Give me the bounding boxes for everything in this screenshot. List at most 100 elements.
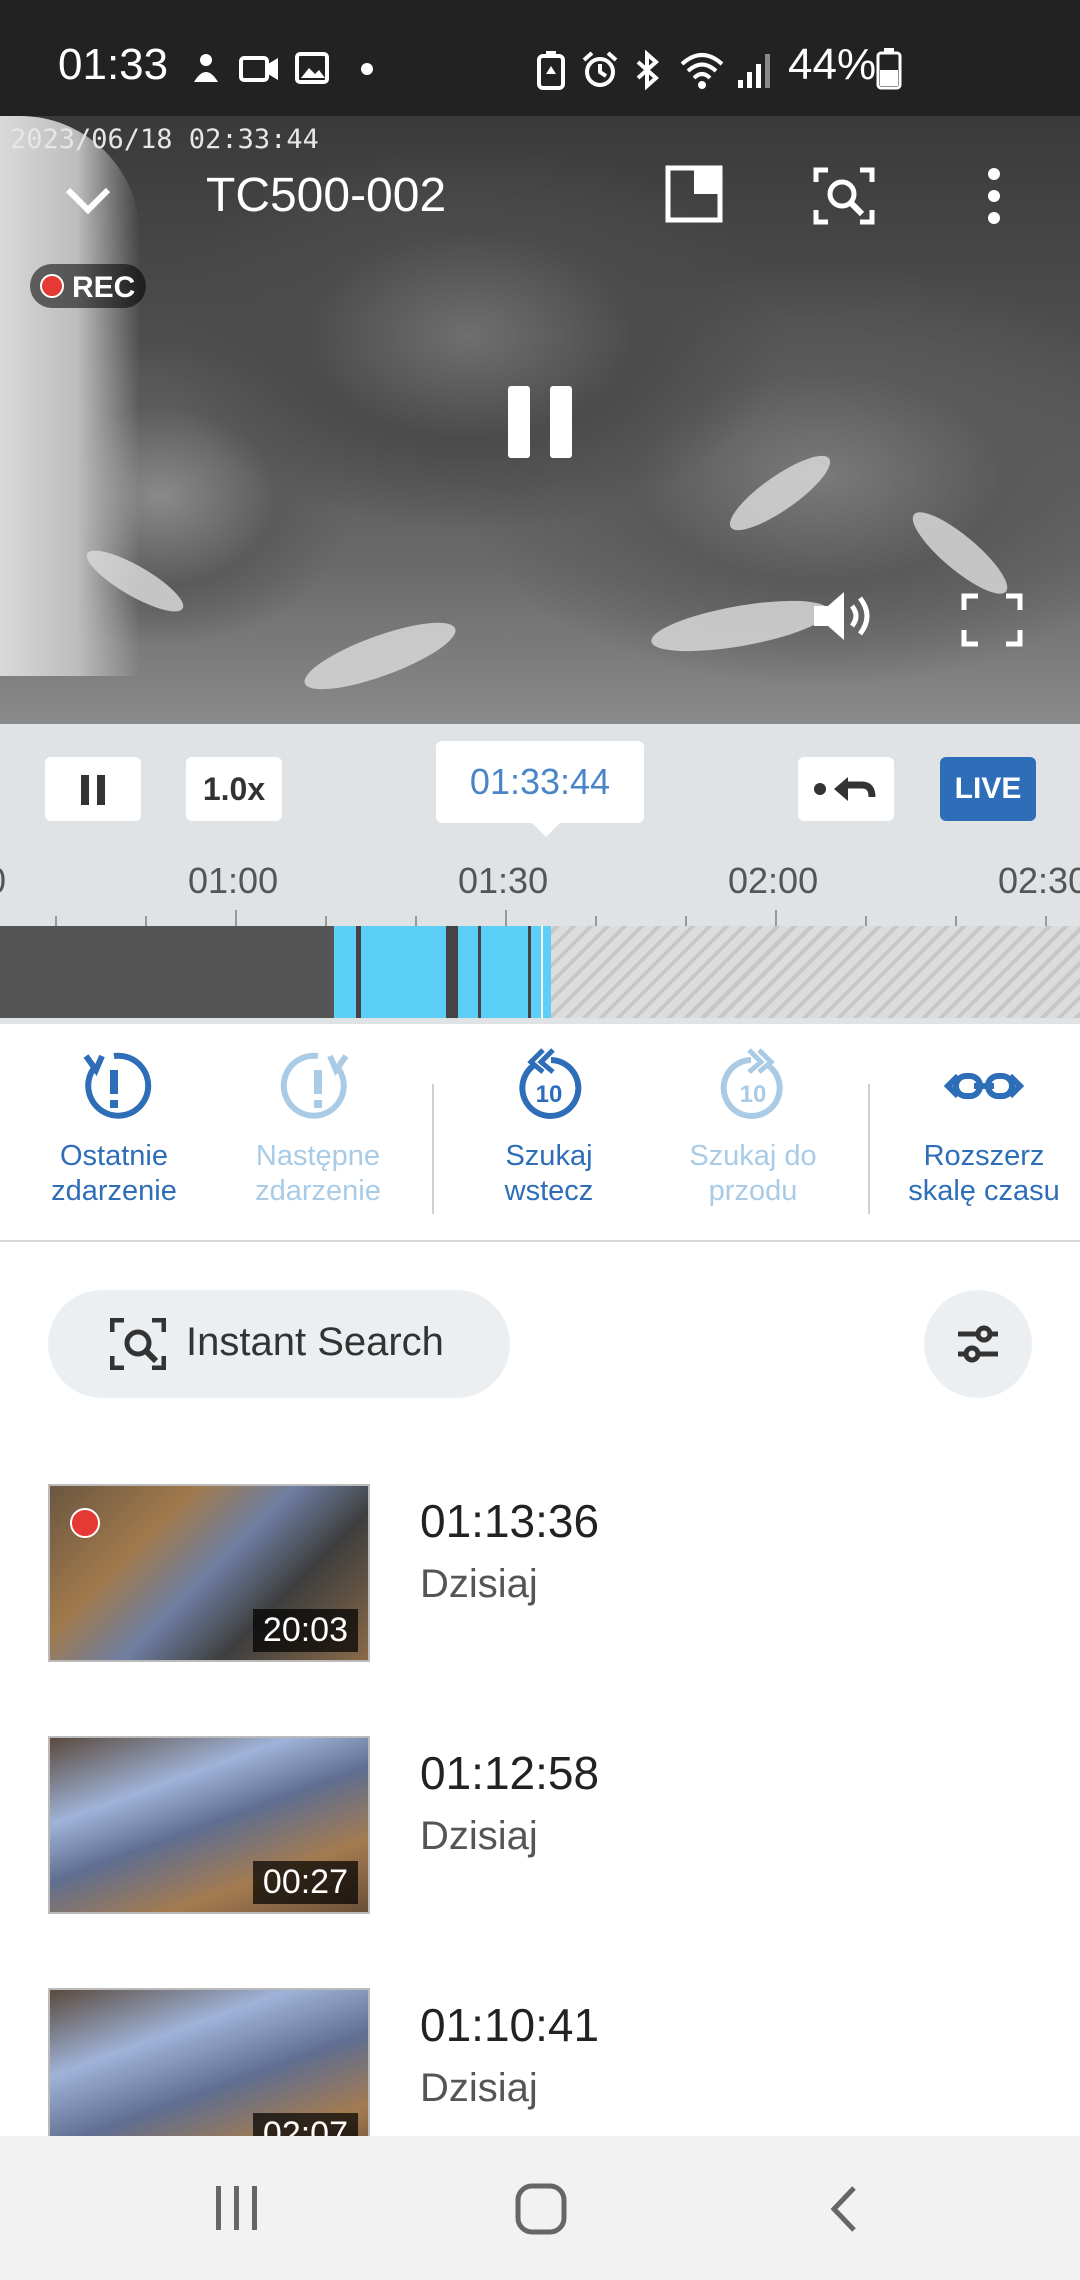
event-list-item[interactable]: 20:03 01:13:36 Dzisiaj xyxy=(0,1484,1080,1684)
event-day: Dzisiaj xyxy=(420,1562,538,1606)
timeline-tick xyxy=(55,916,57,926)
event-time: 01:12:58 xyxy=(420,1747,600,1799)
event-time: 01:13:36 xyxy=(420,1495,600,1547)
event-day: Dzisiaj xyxy=(420,1814,538,1858)
action-label: wstecz xyxy=(504,1175,594,1207)
timeline-tick xyxy=(595,916,597,926)
timeline-tick xyxy=(955,916,957,926)
video-scene-leaf xyxy=(903,501,1017,605)
timeline-major-tick xyxy=(505,910,507,926)
live-button[interactable]: LIVE xyxy=(940,757,1036,821)
battery-percent: 44% xyxy=(788,40,877,89)
next-event-button[interactable]: Następne zdarzenie xyxy=(218,1046,418,1209)
next-event-icon xyxy=(280,1052,349,1119)
tick-label: 0 xyxy=(0,860,6,902)
action-label: skalę czasu xyxy=(908,1175,1060,1207)
volume-icon[interactable] xyxy=(810,586,880,646)
status-bar: 01:33 44% xyxy=(0,0,1080,116)
timeline-marker xyxy=(528,926,531,1018)
timeline-playhead[interactable] xyxy=(541,926,551,1018)
notification-icon xyxy=(194,54,218,82)
event-duration: 20:03 xyxy=(252,1609,358,1652)
expand-timescale-button[interactable]: Rozszerz skalę czasu xyxy=(884,1046,1080,1209)
speed-button[interactable]: 1.0x xyxy=(186,757,282,821)
camera-title: TC500-002 xyxy=(206,169,447,222)
rewind-10-icon: 10 xyxy=(519,1048,582,1119)
rec-label: REC xyxy=(72,271,136,304)
video-player[interactable]: 2023/06/18 02:33:44 TC500-002 REC xyxy=(0,116,1080,724)
timeline-tick xyxy=(685,916,687,926)
action-label: zdarzenie xyxy=(51,1175,177,1207)
fullscreen-icon[interactable] xyxy=(960,592,1024,648)
pause-bar xyxy=(97,775,105,805)
event-day: Dzisiaj xyxy=(420,2066,538,2110)
status-time: 01:33 xyxy=(58,40,169,89)
timeline-event-segment xyxy=(334,926,542,1018)
alarm-icon xyxy=(582,51,618,87)
return-arrow-icon xyxy=(814,777,876,801)
tick-label: 02:00 xyxy=(728,860,819,901)
timeline-tick xyxy=(865,916,867,926)
rec-dot-icon xyxy=(40,274,64,298)
action-label: Szukaj do xyxy=(689,1140,817,1172)
tick-label: 01:30 xyxy=(458,860,549,901)
action-label: Szukaj xyxy=(505,1140,593,1172)
video-scene-leaf xyxy=(721,444,839,542)
battery-icon xyxy=(876,48,902,90)
sliders-icon xyxy=(958,1325,998,1363)
pause-icon[interactable] xyxy=(508,386,572,458)
wifi-icon xyxy=(680,53,724,89)
divider xyxy=(868,1084,870,1214)
picture-in-picture-icon[interactable] xyxy=(664,164,724,224)
pause-bar xyxy=(81,775,89,805)
svg-text:10: 10 xyxy=(536,1081,563,1108)
system-nav-bar xyxy=(0,2136,1080,2280)
timeline-tick xyxy=(415,916,417,926)
osd-timestamp: 2023/06/18 02:33:44 xyxy=(10,124,319,155)
back-to-live-button[interactable] xyxy=(798,757,894,821)
tick-label: 02:30 xyxy=(998,860,1080,901)
event-time: 01:10:41 xyxy=(420,1999,600,2051)
timeline-tick xyxy=(145,916,147,926)
gallery-icon xyxy=(295,52,329,84)
more-vertical-icon[interactable] xyxy=(982,166,1006,226)
instant-search-icon xyxy=(110,1318,166,1370)
instant-search-icon[interactable] xyxy=(812,166,876,226)
action-label: zdarzenie xyxy=(255,1175,381,1207)
video-scene-leaf xyxy=(647,590,833,662)
chevron-down-icon[interactable] xyxy=(60,172,116,228)
event-duration: 00:27 xyxy=(252,1861,358,1904)
event-actions-row: Ostatnie zdarzenie Następne zdarzenie 10 S… xyxy=(0,1024,1080,1242)
instant-search-label: Instant Search xyxy=(186,1320,444,1364)
rewind-10-button[interactable]: 10 Szukaj wstecz xyxy=(449,1046,649,1209)
timeline-major-tick xyxy=(775,910,777,926)
timeline-marker xyxy=(478,926,481,1018)
action-label: Rozszerz xyxy=(923,1140,1045,1172)
recording-dot-icon xyxy=(70,1508,100,1538)
divider xyxy=(432,1084,434,1214)
forward-10-icon: 10 xyxy=(720,1048,783,1119)
timeline-tick xyxy=(1045,916,1047,926)
timeline-marker xyxy=(446,926,458,1018)
timeline-major-tick xyxy=(235,910,237,926)
timeline-track[interactable] xyxy=(0,926,1080,1018)
forward-10-button[interactable]: 10 Szukaj do przodu xyxy=(653,1046,853,1209)
signal-icon xyxy=(738,54,770,88)
back-icon[interactable] xyxy=(824,2184,864,2234)
timeline-marker xyxy=(356,926,361,1018)
filter-button[interactable] xyxy=(924,1290,1032,1398)
event-list-item[interactable]: 00:27 01:12:58 Dzisiaj xyxy=(0,1736,1080,1936)
current-time-bubble: 01:33:44 xyxy=(436,741,644,837)
instant-search-button[interactable]: Instant Search xyxy=(48,1290,510,1398)
video-icon xyxy=(239,56,278,82)
bluetooth-icon xyxy=(636,50,660,90)
rec-badge: REC xyxy=(30,264,146,308)
home-icon[interactable] xyxy=(514,2182,568,2236)
tick-label: 01:00 xyxy=(188,860,279,901)
event-thumbnail: 00:27 xyxy=(48,1736,370,1914)
recent-apps-icon[interactable] xyxy=(212,2184,262,2232)
previous-event-button[interactable]: Ostatnie zdarzenie xyxy=(14,1046,214,1209)
battery-saver-icon xyxy=(537,51,565,90)
pause-button[interactable] xyxy=(45,757,141,821)
svg-text:10: 10 xyxy=(740,1081,767,1108)
